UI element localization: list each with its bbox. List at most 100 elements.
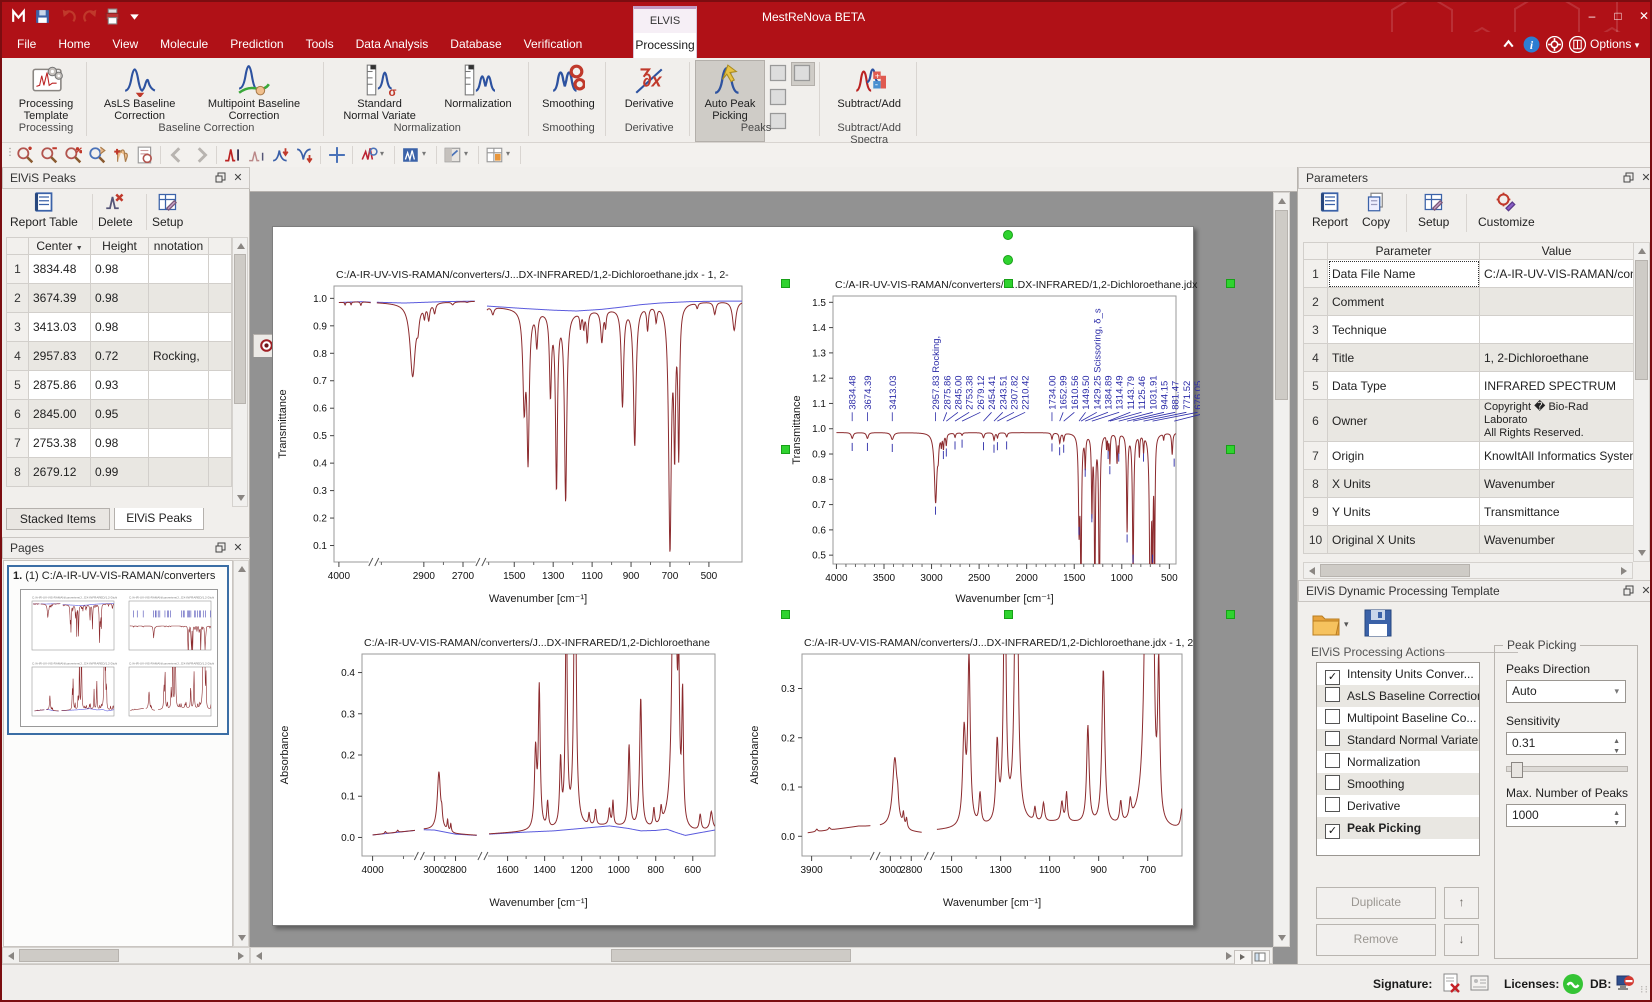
slider-handle[interactable] bbox=[1511, 762, 1523, 778]
chevron-down-icon[interactable]: ▾ bbox=[380, 149, 384, 158]
open-template-button[interactable] bbox=[1310, 608, 1342, 641]
collapse-ribbon-icon[interactable] bbox=[1500, 36, 1517, 56]
col-header-annotation[interactable]: nnotation bbox=[149, 238, 209, 255]
peaks-table-scrollbar[interactable] bbox=[232, 237, 248, 507]
sensitivity-slider[interactable] bbox=[1506, 766, 1628, 772]
selection-handle[interactable] bbox=[1004, 279, 1013, 288]
chevron-down-icon[interactable]: ▾ bbox=[464, 149, 468, 158]
license-ok-icon[interactable] bbox=[1562, 973, 1584, 998]
zoom-select-icon[interactable] bbox=[88, 146, 106, 164]
action-multipoint-baseline-co-[interactable]: Multipoint Baseline Co... bbox=[1317, 707, 1479, 729]
peak-up-icon[interactable] bbox=[272, 146, 290, 164]
spectrum-chart-top-right[interactable]: 0.50.60.70.80.91.01.11.21.31.41.54000350… bbox=[788, 262, 1200, 612]
spinner-down-icon[interactable]: ▼ bbox=[1613, 814, 1620, 834]
float-panel-icon[interactable] bbox=[213, 542, 227, 556]
peaks-table-row[interactable]: 62845.000.95 bbox=[7, 400, 232, 429]
document-scrollbar-horizontal[interactable] bbox=[250, 947, 1273, 964]
max-peaks-input[interactable]: 1000 ▲ ▼ bbox=[1506, 804, 1626, 827]
zoom-scale-icon[interactable] bbox=[64, 146, 82, 164]
parameters-row[interactable]: 3 Technique bbox=[1304, 316, 1634, 344]
copy-button[interactable]: Copy bbox=[1362, 192, 1390, 229]
print-preview-icon[interactable] bbox=[136, 146, 154, 164]
checkbox-icon[interactable] bbox=[1325, 775, 1340, 790]
pages-scrollbar-vertical[interactable] bbox=[233, 560, 249, 947]
db-disconnected-icon[interactable] bbox=[1614, 973, 1636, 998]
float-panel-icon[interactable] bbox=[213, 172, 227, 186]
checkbox-icon[interactable] bbox=[1325, 687, 1340, 702]
parameters-row[interactable]: 2 Comment bbox=[1304, 288, 1634, 316]
peaks-table-row[interactable]: 82679.120.99 bbox=[7, 458, 232, 487]
peaks-table-row[interactable]: 23674.390.98 bbox=[7, 284, 232, 313]
peaks-table-row[interactable]: 13834.480.98 bbox=[7, 255, 232, 284]
chevron-down-icon[interactable]: ▾ bbox=[506, 149, 510, 158]
action-smoothing[interactable]: Smoothing bbox=[1317, 773, 1479, 795]
close-panel-icon[interactable]: ✕ bbox=[231, 542, 245, 556]
chevron-down-icon[interactable]: ▾ bbox=[422, 149, 426, 158]
next-page-button[interactable] bbox=[1234, 950, 1252, 965]
settings-icon[interactable] bbox=[1546, 36, 1563, 56]
redo-icon[interactable] bbox=[82, 8, 99, 28]
open-template-dropdown-icon[interactable]: ▾ bbox=[1344, 619, 1349, 630]
duplicate-button[interactable]: Duplicate bbox=[1316, 887, 1436, 919]
signature-card-icon[interactable] bbox=[1470, 973, 1490, 998]
close-panel-icon[interactable]: ✕ bbox=[1639, 585, 1652, 599]
parameters-row[interactable]: 7 Origin KnowItAll Informatics System bbox=[1304, 442, 1634, 470]
menu-verification[interactable]: Verification bbox=[513, 32, 594, 56]
peak-picking-small-icon[interactable] bbox=[248, 146, 266, 164]
menu-tools[interactable]: Tools bbox=[295, 32, 345, 56]
selection-handle[interactable] bbox=[1226, 610, 1235, 619]
peaks-table-row[interactable]: 52875.860.93 bbox=[7, 371, 232, 400]
peak-edit-button[interactable] bbox=[767, 86, 791, 110]
menu-home[interactable]: Home bbox=[47, 32, 101, 56]
back-icon[interactable] bbox=[168, 146, 186, 164]
spectrum-chart-bottom-right[interactable]: 0.00.10.20.33900300028001500130011009007… bbox=[746, 626, 1198, 916]
menu-data-analysis[interactable]: Data Analysis bbox=[345, 32, 440, 56]
selection-handle[interactable] bbox=[781, 279, 790, 288]
page-thumbnail-item[interactable]: 1. (1) C:/A-IR-UV-VIS-RAMAN/converters C… bbox=[7, 565, 229, 735]
selection-handle[interactable] bbox=[1226, 279, 1235, 288]
undo-icon[interactable] bbox=[60, 8, 77, 28]
zoom-menu-icon[interactable] bbox=[360, 146, 378, 164]
close-button[interactable]: ✕ bbox=[1632, 8, 1652, 26]
peaks-table-row[interactable]: 33413.030.98 bbox=[7, 313, 232, 342]
licenses-book-icon[interactable] bbox=[1569, 36, 1586, 56]
document-scrollbar-vertical[interactable] bbox=[1273, 192, 1290, 947]
setup-menu-icon[interactable] bbox=[486, 146, 504, 164]
pages-scrollbar-horizontal[interactable] bbox=[2, 947, 250, 964]
options-menu[interactable]: Options ▾ bbox=[1590, 37, 1639, 51]
parameters-scrollbar-horizontal[interactable] bbox=[1303, 562, 1633, 579]
col-header-center[interactable]: Center ▼ bbox=[29, 238, 91, 255]
menu-view[interactable]: View bbox=[101, 32, 149, 56]
col-header[interactable] bbox=[7, 238, 29, 255]
parameters-row[interactable]: 4 Title 1, 2-Dichloroethane bbox=[1304, 344, 1634, 372]
save-icon[interactable] bbox=[34, 8, 51, 28]
float-panel-icon[interactable] bbox=[1621, 585, 1635, 599]
selection-handle[interactable] bbox=[1226, 445, 1235, 454]
delete-button[interactable]: Delete bbox=[98, 192, 133, 229]
close-panel-icon[interactable]: ✕ bbox=[1639, 172, 1652, 186]
manual-peak-picking-button[interactable] bbox=[767, 62, 791, 86]
peaks-table-button[interactable] bbox=[791, 62, 815, 86]
checkbox-icon[interactable] bbox=[1325, 753, 1340, 768]
minimize-button[interactable]: – bbox=[1580, 8, 1604, 26]
tab-elvis-peaks[interactable]: ElViS Peaks bbox=[114, 508, 205, 530]
spectrum-chart-top-left[interactable]: 0.10.20.30.40.50.60.70.80.91.04000290027… bbox=[274, 260, 779, 612]
report-button[interactable]: Report bbox=[1312, 192, 1348, 229]
menu-molecule[interactable]: Molecule bbox=[149, 32, 219, 56]
action-standard-normal-variate[interactable]: Standard Normal Variate bbox=[1317, 729, 1479, 751]
checkbox-icon[interactable]: ✓ bbox=[1325, 824, 1340, 839]
zoom-out-icon[interactable] bbox=[40, 146, 58, 164]
sensitivity-input[interactable]: 0.31 ▲ ▼ bbox=[1506, 732, 1626, 755]
tab-processing[interactable]: Processing bbox=[634, 33, 696, 58]
maximize-button[interactable]: □ bbox=[1606, 8, 1630, 26]
customize-button[interactable]: Customize bbox=[1478, 192, 1535, 229]
action-normalization[interactable]: Normalization bbox=[1317, 751, 1479, 773]
forward-icon[interactable] bbox=[192, 146, 210, 164]
menu-prediction[interactable]: Prediction bbox=[219, 32, 294, 56]
action-intensity-units-conver-[interactable]: ✓Intensity Units Conver... bbox=[1317, 663, 1479, 685]
peaks-table-row[interactable]: 42957.830.72Rocking, bbox=[7, 342, 232, 371]
action-asls-baseline-correction[interactable]: AsLS Baseline Correction bbox=[1317, 685, 1479, 707]
fit-menu-icon[interactable] bbox=[444, 146, 462, 164]
checkbox-icon[interactable]: ✓ bbox=[1325, 670, 1340, 685]
menu-database[interactable]: Database bbox=[439, 32, 512, 56]
